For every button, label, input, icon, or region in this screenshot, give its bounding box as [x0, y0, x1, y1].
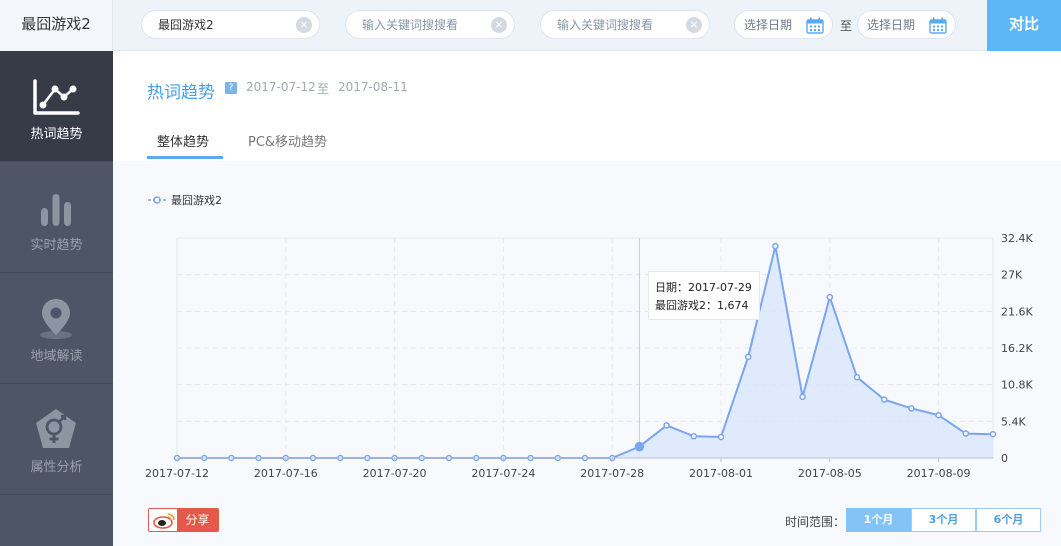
x-tick-label: 2017-08-01	[689, 467, 753, 480]
page-title: 热词趋势	[147, 83, 215, 103]
tab-overall-trend[interactable]: 整体趋势	[157, 131, 209, 150]
series-area	[177, 246, 993, 458]
help-icon[interactable]: ?	[225, 82, 237, 94]
clear-icon[interactable]: ×	[491, 17, 507, 33]
data-point[interactable]	[634, 441, 645, 452]
x-tick-label: 2017-07-16	[254, 467, 318, 480]
y-tick-label: 10.8K	[1001, 379, 1033, 392]
trend-chart: 最囧游戏2 0 5.4K 10.8K 16.2K 21.6K 27K 32.4K 2017-0…	[145, 194, 1033, 480]
active-tab-indicator	[147, 156, 223, 159]
share-label: 分享	[177, 509, 218, 531]
app-title: 最囧游戏2	[0, 0, 113, 51]
chart-series	[173, 242, 997, 462]
x-tick-label: 2017-07-20	[363, 467, 427, 480]
end-date-field[interactable]	[857, 10, 956, 39]
x-tick-label: 2017-08-09	[907, 467, 971, 480]
sidebar-item-attributes[interactable]: 属性分析	[0, 384, 113, 495]
data-point[interactable]	[826, 293, 834, 301]
data-point[interactable]	[935, 411, 942, 419]
data-point[interactable]	[690, 433, 698, 440]
y-tick-label: 27K	[1001, 269, 1023, 282]
y-tick-label: 21.6K	[1001, 305, 1033, 318]
data-point[interactable]	[799, 393, 806, 401]
data-point[interactable]	[908, 405, 915, 412]
tab-pc-mobile-trend[interactable]: PC&移动趋势	[248, 131, 327, 150]
tooltip-date: 日期：2017-07-29	[655, 281, 752, 294]
start-date-field[interactable]	[734, 10, 833, 39]
sidebar-item-label: 属性分析	[30, 460, 83, 475]
start-date-input[interactable]	[744, 11, 814, 38]
keyword-input-1[interactable]	[158, 11, 288, 38]
x-tick-label: 2017-08-05	[798, 467, 862, 480]
data-point[interactable]	[744, 353, 752, 361]
data-point[interactable]	[989, 430, 997, 438]
range-end-date: 2017-08-11	[338, 80, 408, 94]
y-tick-label: 32.4K	[1001, 232, 1033, 245]
main-header: 热词趋势 ? 2017-07-12 至 2017-08-11 整体趋势 PC&移…	[113, 51, 1061, 161]
range-1-month-button[interactable]: 1个月	[846, 508, 911, 532]
calendar-icon[interactable]	[806, 17, 824, 34]
sidebar-item-realtime-trend[interactable]: 实时趋势	[0, 162, 113, 273]
range-start-date: 2017-07-12	[246, 80, 316, 94]
share-button[interactable]: 分享	[148, 508, 219, 532]
keyword-field-1[interactable]: ×	[141, 10, 320, 39]
x-tick-label: 2017-07-24	[471, 467, 535, 480]
top-bar: 最囧游戏2 × × × 至 对比	[0, 0, 1061, 51]
gender-icon	[36, 409, 76, 448]
data-point[interactable]	[717, 433, 725, 441]
chart-legend[interactable]: 最囧游戏2	[148, 194, 222, 207]
clear-icon[interactable]: ×	[296, 17, 312, 33]
legend-label: 最囧游戏2	[171, 194, 222, 207]
clear-icon[interactable]: ×	[686, 17, 702, 33]
calendar-icon[interactable]	[929, 17, 947, 34]
range-3-month-button[interactable]: 3个月	[911, 508, 976, 532]
end-date-input[interactable]	[867, 11, 937, 38]
compare-button[interactable]: 对比	[987, 0, 1061, 51]
chart-panel: 最囧游戏2 0 5.4K 10.8K 16.2K 21.6K 27K 32.4K 2017-0…	[113, 161, 1061, 546]
line-chart-icon	[33, 79, 80, 115]
x-tick-label: 2017-07-12	[145, 467, 209, 480]
keyword-input-2[interactable]	[362, 11, 492, 38]
keyword-field-3[interactable]: ×	[540, 10, 710, 39]
sidebar-item-hot-trend[interactable]: 热词趋势	[0, 51, 113, 162]
keyword-field-2[interactable]: ×	[345, 10, 515, 39]
data-point[interactable]	[962, 430, 970, 437]
sidebar-item-label: 地域解读	[30, 349, 83, 364]
range-6-month-button[interactable]: 6个月	[976, 508, 1041, 532]
x-tick-label: 2017-07-28	[580, 467, 644, 480]
data-point[interactable]	[663, 422, 670, 429]
sidebar-item-label: 热词趋势	[30, 127, 83, 142]
weibo-icon	[153, 513, 175, 529]
y-tick-label: 0	[1001, 452, 1008, 465]
data-point[interactable]	[772, 242, 779, 250]
data-point[interactable]	[853, 373, 861, 381]
map-pin-icon	[40, 299, 72, 339]
bar-chart-icon	[41, 194, 71, 226]
chart-tooltip: 日期：2017-07-29 最囧游戏2：1,674	[648, 271, 760, 320]
tooltip-value: 最囧游戏2：1,674	[655, 299, 749, 312]
range-label: 时间范围：	[785, 515, 846, 529]
legend-marker	[153, 196, 161, 204]
y-tick-label: 16.2K	[1001, 342, 1033, 355]
sidebar: 热词趋势 实时趋势 地域解读 属性分析	[0, 51, 113, 546]
range-separator: 至	[317, 82, 330, 96]
keyword-input-3[interactable]	[557, 11, 687, 38]
data-point[interactable]	[880, 396, 888, 403]
sidebar-item-region[interactable]: 地域解读	[0, 273, 113, 384]
date-separator: 至	[840, 19, 853, 33]
sidebar-item-label: 实时趋势	[30, 238, 83, 253]
y-tick-label: 5.4K	[1001, 415, 1026, 428]
